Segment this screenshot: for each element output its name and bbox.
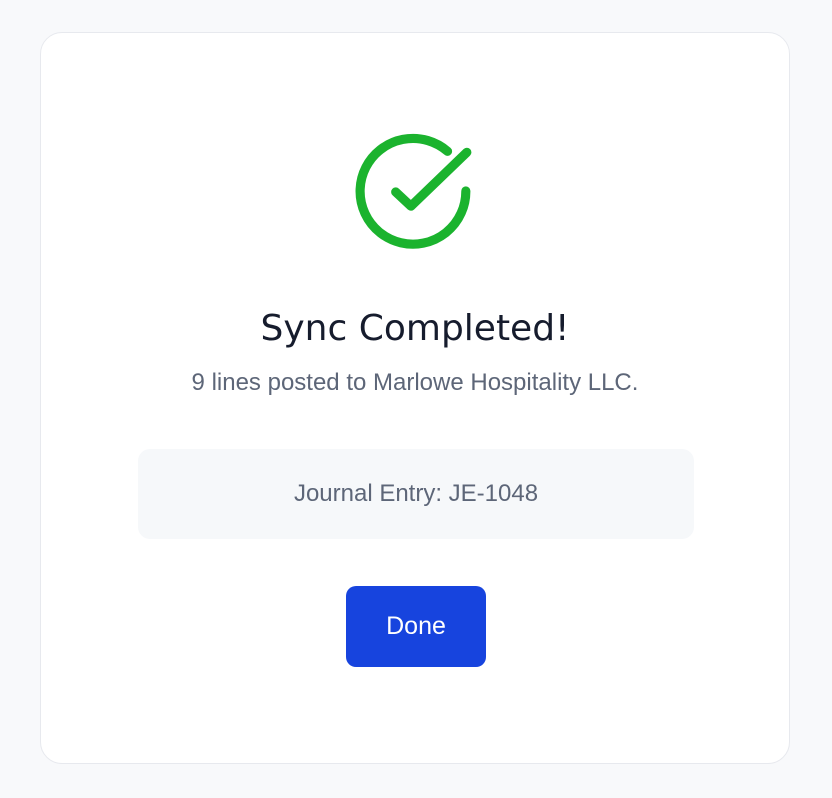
success-indicator	[41, 133, 789, 255]
dialog-message: 9 lines posted to Marlowe Hospitality LL…	[191, 369, 639, 396]
dialog-title: Sync Completed!	[260, 308, 570, 349]
journal-entry-label: Journal Entry: JE-1048	[293, 480, 539, 507]
sync-success-dialog: Sync Completed! 9 lines posted to Marlow…	[40, 32, 790, 764]
journal-entry-box: Journal Entry: JE-1048	[138, 449, 694, 539]
check-circle-icon	[355, 133, 472, 249]
done-button[interactable]: Done	[346, 586, 486, 667]
